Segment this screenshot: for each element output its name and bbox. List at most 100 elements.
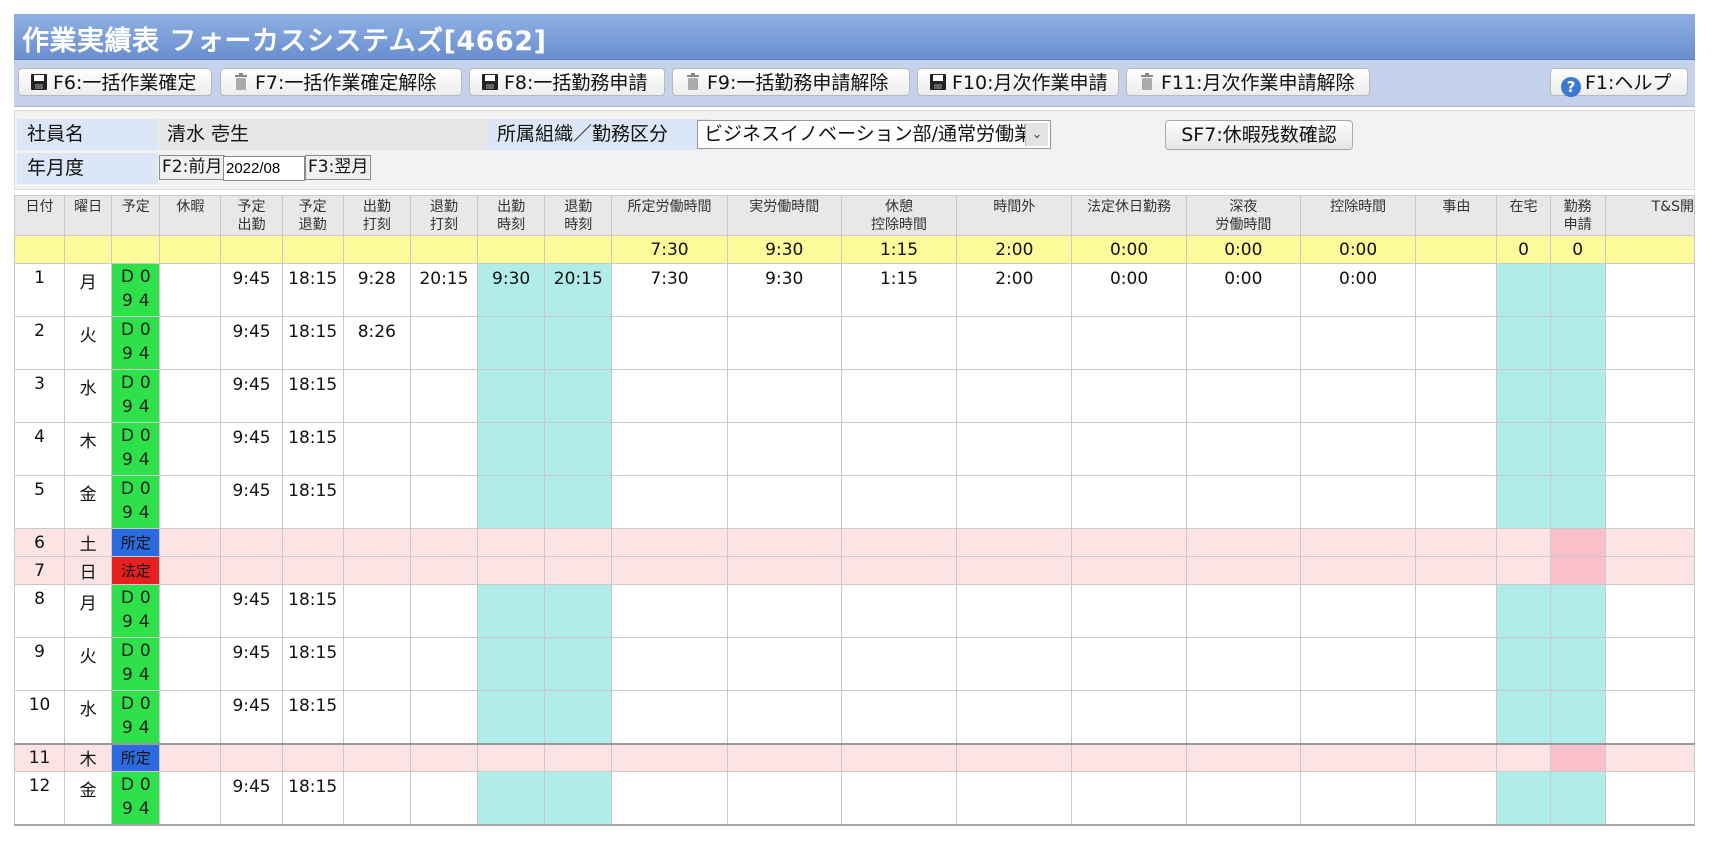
remote-cell[interactable] <box>1496 556 1551 585</box>
schedule-cell[interactable]: D0 94 <box>111 771 161 826</box>
next-month-button[interactable]: F3:翌月 <box>305 155 372 180</box>
time-cell[interactable] <box>544 771 613 826</box>
remote-cell[interactable] <box>1496 771 1551 826</box>
reason-cell[interactable] <box>1415 528 1498 557</box>
apply-cell[interactable] <box>1549 556 1606 585</box>
schedule-cell[interactable]: D0 94 <box>111 475 161 529</box>
reason-cell[interactable] <box>1415 263 1498 317</box>
year-month-input[interactable] <box>223 156 305 181</box>
apply-cell[interactable] <box>1549 637 1606 691</box>
schedule-cell[interactable]: D0 94 <box>111 637 161 691</box>
time-cell[interactable] <box>477 742 546 772</box>
time-cell[interactable] <box>544 316 613 370</box>
time-cell[interactable]: 9:30 <box>477 263 546 317</box>
remote-cell[interactable] <box>1496 690 1551 744</box>
leave-cell[interactable] <box>159 771 222 826</box>
time-cell[interactable] <box>477 637 546 691</box>
reason-cell[interactable] <box>1415 369 1498 423</box>
apply-cell[interactable] <box>1549 528 1606 557</box>
schedule-cell[interactable]: 所定 <box>111 742 161 772</box>
time-cell[interactable] <box>477 422 546 476</box>
time-cell[interactable] <box>544 475 613 529</box>
time-cell[interactable] <box>477 556 546 585</box>
apply-cell[interactable] <box>1549 771 1606 826</box>
column-header-line: 実労働時間 <box>749 199 820 215</box>
time-cell[interactable] <box>544 528 613 557</box>
leave-cell[interactable] <box>159 422 222 476</box>
prev-month-button[interactable]: F2:前月 <box>159 155 226 180</box>
schedule-cell[interactable]: D0 94 <box>111 422 161 476</box>
remote-cell[interactable] <box>1496 369 1551 423</box>
reason-cell[interactable] <box>1415 690 1498 744</box>
apply-cell[interactable] <box>1549 584 1606 638</box>
apply-cell[interactable] <box>1549 316 1606 370</box>
time-cell[interactable] <box>544 742 613 772</box>
reason-cell[interactable] <box>1415 316 1498 370</box>
reason-cell[interactable] <box>1415 637 1498 691</box>
leave-cell[interactable] <box>159 742 222 772</box>
time-cell[interactable] <box>544 556 613 585</box>
monthly-apply-cancel-button[interactable]: F11:月次作業申請解除 <box>1126 68 1370 96</box>
leave-balance-button[interactable]: SF7:休暇残数確認 <box>1165 120 1353 150</box>
leave-cell[interactable] <box>159 556 222 585</box>
time-cell[interactable] <box>544 422 613 476</box>
reason-cell[interactable] <box>1415 771 1498 826</box>
time-cell[interactable] <box>544 637 613 691</box>
schedule-cell[interactable]: D0 94 <box>111 690 161 744</box>
time-cell[interactable] <box>544 690 613 744</box>
leave-cell[interactable] <box>159 316 222 370</box>
bulk-apply-cancel-button[interactable]: F9:一括勤務申請解除 <box>672 68 910 96</box>
reason-cell[interactable] <box>1415 556 1498 585</box>
time-cell[interactable] <box>544 584 613 638</box>
bulk-apply-button[interactable]: F8:一括勤務申請 <box>469 68 665 96</box>
reason-cell[interactable] <box>1415 475 1498 529</box>
help-button[interactable]: ? F1:ヘルプ <box>1550 68 1688 97</box>
apply-cell[interactable] <box>1549 263 1606 317</box>
reason-cell[interactable] <box>1415 422 1498 476</box>
schedule-cell[interactable]: 所定 <box>111 528 161 557</box>
column-header-line: 日付 <box>25 199 54 215</box>
remote-cell[interactable] <box>1496 584 1551 638</box>
apply-cell[interactable] <box>1549 369 1606 423</box>
remote-cell[interactable] <box>1496 528 1551 557</box>
monthly-apply-button[interactable]: F10:月次作業申請 <box>917 68 1119 96</box>
time-cell[interactable] <box>477 369 546 423</box>
apply-cell[interactable] <box>1549 422 1606 476</box>
ts-cell <box>1604 771 1696 826</box>
reason-cell[interactable] <box>1415 584 1498 638</box>
bulk-confirm-cancel-button[interactable]: F7:一括作業確定解除 <box>220 68 462 96</box>
time-cell[interactable] <box>477 316 546 370</box>
time-cell[interactable] <box>477 528 546 557</box>
schedule-cell[interactable]: D0 94 <box>111 369 161 423</box>
table-row: 7 日法定 <box>13 556 1696 585</box>
leave-cell[interactable] <box>159 528 222 557</box>
apply-cell[interactable] <box>1549 690 1606 744</box>
apply-cell[interactable] <box>1549 475 1606 529</box>
leave-cell[interactable] <box>159 690 222 744</box>
remote-cell[interactable] <box>1496 422 1551 476</box>
schedule-cell[interactable]: D0 94 <box>111 316 161 370</box>
time-cell[interactable] <box>544 369 613 423</box>
schedule-cell[interactable]: D0 94 <box>111 584 161 638</box>
time-cell[interactable] <box>477 584 546 638</box>
remote-cell[interactable] <box>1496 637 1551 691</box>
time-cell[interactable] <box>477 475 546 529</box>
leave-cell[interactable] <box>159 263 222 317</box>
leave-cell[interactable] <box>159 637 222 691</box>
time-cell[interactable]: 20:15 <box>544 263 613 317</box>
remote-cell[interactable] <box>1496 263 1551 317</box>
leave-cell[interactable] <box>159 369 222 423</box>
time-cell[interactable] <box>477 771 546 826</box>
schedule-cell[interactable]: D0 94 <box>111 263 161 317</box>
org-select[interactable]: ビジネスイノベーション部/通常労働業 ⌄ <box>697 120 1051 149</box>
reason-cell[interactable] <box>1415 742 1498 772</box>
bulk-confirm-button[interactable]: F6:一括作業確定 <box>18 68 212 96</box>
remote-cell[interactable] <box>1496 742 1551 772</box>
time-cell[interactable] <box>477 690 546 744</box>
remote-cell[interactable] <box>1496 475 1551 529</box>
schedule-cell[interactable]: 法定 <box>111 556 161 585</box>
leave-cell[interactable] <box>159 584 222 638</box>
remote-cell[interactable] <box>1496 316 1551 370</box>
apply-cell[interactable] <box>1549 742 1606 772</box>
leave-cell[interactable] <box>159 475 222 529</box>
